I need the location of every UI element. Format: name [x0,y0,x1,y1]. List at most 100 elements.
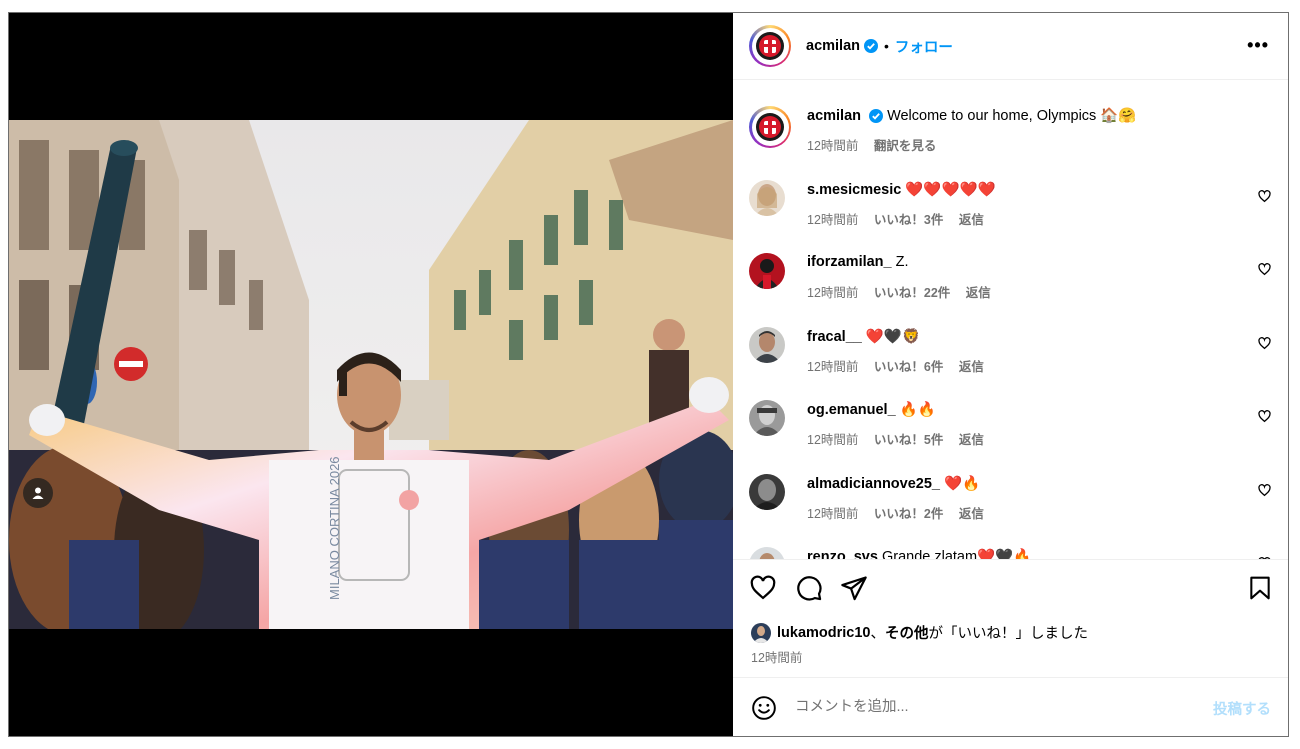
comment-likes[interactable]: いいね！22件 [874,286,950,300]
avatar-photo [749,547,785,559]
comments-list[interactable]: acmilan Welcome to our home, Olympics 🏠🤗… [733,81,1288,559]
comment-bubble-icon[interactable] [795,574,823,602]
caption-time[interactable]: 12時間前 [807,139,858,153]
comment-line: renzo_svs Grande zlatam❤️🖤🔥 [807,548,1031,559]
verified-badge-icon [864,39,878,53]
post-comment-button[interactable]: 投稿する [1213,698,1271,719]
comment-like-heart-icon[interactable] [1258,263,1271,276]
author-username[interactable]: acmilan [806,38,860,54]
author-avatar[interactable] [749,25,791,67]
comment-username[interactable]: og.emanuel_ [807,402,896,418]
comment-text: ❤️🔥 [944,476,981,492]
commenter-avatar[interactable] [749,180,785,216]
commenter-avatar[interactable] [749,327,785,363]
post-media: MILANO CORTINA 2026 [9,13,733,736]
follow-button[interactable]: フォロー [895,36,953,57]
comment-likes[interactable]: いいね！2件 [874,507,943,521]
comment-likes[interactable]: いいね！5件 [874,433,943,447]
like-heart-icon[interactable] [749,574,777,602]
comment-like-heart-icon[interactable] [1258,410,1271,423]
comment-username[interactable]: fracal__ [807,329,862,345]
milan-crest-icon [756,32,784,60]
header-separator: • [884,38,889,54]
comment-composer: 投稿する [733,677,1288,736]
comment-likes[interactable]: いいね！3件 [874,213,943,227]
comment-username[interactable]: almadiciannove25_ [807,476,940,492]
milan-crest-icon [756,113,784,141]
comment-meta: 12時間前 いいね！3件 返信 [807,209,996,228]
reply-button[interactable]: 返信 [959,360,984,374]
comment-line: almadiciannove25_ ❤️🔥 [807,475,980,492]
likes-suffix: が「いいね！」しました [928,626,1089,642]
bookmark-save-icon[interactable] [1247,574,1273,602]
reply-button[interactable]: 返信 [959,433,984,447]
comment-line: fracal__ ❤️🖤🦁 [807,328,920,345]
comment-like-heart-icon[interactable] [1258,190,1271,203]
liker-avatar[interactable] [751,622,771,643]
avatar-photo [751,622,771,643]
likes-others-link[interactable]: その他 [885,622,929,643]
comment-time[interactable]: 12時間前 [807,286,858,300]
post-caption: acmilan Welcome to our home, Olympics 🏠🤗… [749,106,1279,166]
photo-illustration: MILANO CORTINA 2026 [9,120,733,629]
caption-avatar[interactable] [749,106,791,148]
comment-time[interactable]: 12時間前 [807,360,858,374]
post-actions: lukamodric10、その他 が「いいね！」しました 12時間前 [733,559,1288,677]
comment-username[interactable]: renzo_svs [807,549,878,559]
comment-item: almadiciannove25_ ❤️🔥 12時間前 いいね！2件 返信 [749,474,1279,534]
post-modal: MILANO CORTINA 2026 acmilan • フォロー ••• a… [8,12,1289,737]
likes-summary: lukamodric10、その他 が「いいね！」しました [751,622,1088,643]
verified-badge-icon [869,109,884,124]
comment-text: ❤️❤️❤️❤️❤️ [905,182,996,198]
post-photo[interactable]: MILANO CORTINA 2026 [9,120,733,629]
comment-text: Grande zlatam❤️🖤🔥 [881,549,1032,559]
reply-button[interactable]: 返信 [966,286,991,300]
comment-meta: 12時間前 いいね！2件 返信 [807,503,996,522]
reply-button[interactable]: 返信 [959,507,984,521]
comment-item: renzo_svs Grande zlatam❤️🖤🔥 [749,547,1279,559]
comment-meta: 12時間前 いいね！6件 返信 [807,356,996,375]
reply-button[interactable]: 返信 [959,213,984,227]
comment-time[interactable]: 12時間前 [807,433,858,447]
likes-separator: 、 [870,626,886,642]
caption-text: Welcome to our home, Olympics 🏠🤗 [887,108,1137,124]
caption-meta: 12時間前 翻訳を見る [807,135,948,154]
commenter-avatar[interactable] [749,474,785,510]
liker-username[interactable]: lukamodric10 [777,625,871,641]
commenter-avatar[interactable] [749,400,785,436]
comment-username[interactable]: iforzamilan_ [807,254,892,270]
commenter-avatar[interactable] [749,253,785,289]
comment-time[interactable]: 12時間前 [807,213,858,227]
comment-meta: 12時間前 いいね！22件 返信 [807,282,1003,301]
comment-time[interactable]: 12時間前 [807,507,858,521]
avatar-photo [749,253,785,289]
caption-line: acmilan Welcome to our home, Olympics 🏠🤗 [807,107,1136,124]
comment-text: Z. [895,254,909,270]
more-options-button[interactable]: ••• [1247,35,1269,56]
emoji-picker-icon[interactable] [751,695,777,721]
translate-button[interactable]: 翻訳を見る [874,139,937,153]
comment-item: og.emanuel_ 🔥🔥 12時間前 いいね！5件 返信 [749,400,1279,460]
comment-input[interactable] [795,694,1175,720]
comment-line: iforzamilan_ Z. [807,254,909,270]
jacket-lettering: MILANO CORTINA 2026 [327,456,342,600]
caption-username[interactable]: acmilan [807,108,861,124]
avatar-photo [749,327,785,363]
comment-text: 🔥🔥 [899,402,936,418]
comment-likes[interactable]: いいね！6件 [874,360,943,374]
comment-item: s.mesicmesic ❤️❤️❤️❤️❤️ 12時間前 いいね！3件 返信 [749,180,1279,240]
commenter-avatar[interactable] [749,547,785,559]
comment-meta: 12時間前 いいね！5件 返信 [807,429,996,448]
post-header: acmilan • フォロー ••• [733,13,1288,80]
comment-username[interactable]: s.mesicmesic [807,182,901,198]
post-side-panel: acmilan • フォロー ••• acmilan Welcome to ou… [733,13,1288,736]
post-timestamp[interactable]: 12時間前 [751,647,802,666]
share-send-icon[interactable] [840,574,868,602]
tagged-users-button[interactable] [23,478,53,508]
comment-like-heart-icon[interactable] [1258,337,1271,350]
person-icon [32,487,44,499]
comment-line: og.emanuel_ 🔥🔥 [807,401,936,418]
avatar-photo [749,180,785,216]
comment-like-heart-icon[interactable] [1258,484,1271,497]
avatar-photo [749,474,785,510]
